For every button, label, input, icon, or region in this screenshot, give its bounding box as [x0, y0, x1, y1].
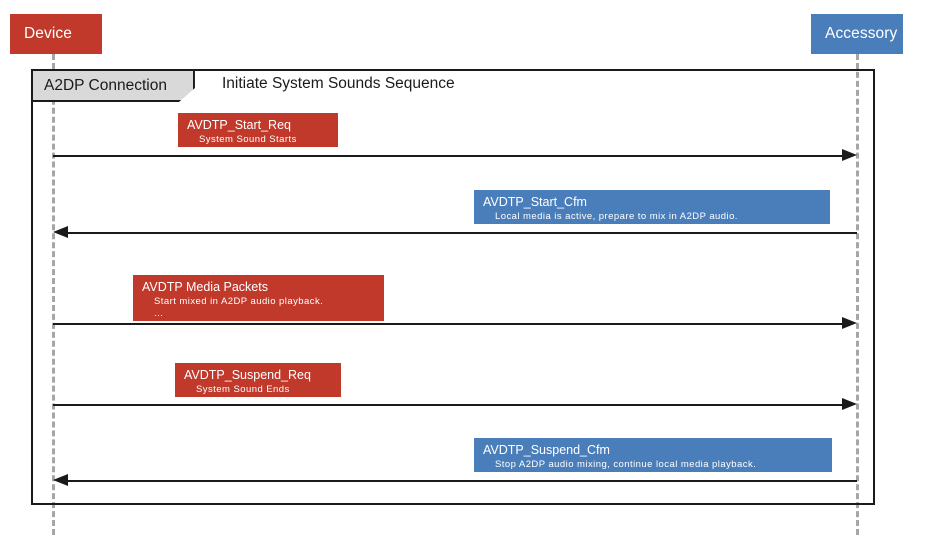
- arrowhead-left-icon: [53, 474, 68, 486]
- participant-accessory-label: Accessory: [825, 25, 898, 42]
- message-arrow-avdtp-suspend-req: [53, 404, 842, 406]
- message-arrow-avdtp-start-req: [53, 155, 842, 157]
- message-arrow-avdtp-start-cfm: [68, 232, 857, 234]
- message-subtitle: System Sound Ends: [196, 384, 290, 395]
- arrowhead-right-icon: [842, 398, 857, 410]
- message-subtitle: Local media is active, prepare to mix in…: [495, 211, 738, 222]
- message-label-avdtp-suspend-req[interactable]: AVDTP_Suspend_Req System Sound Ends: [175, 363, 341, 397]
- participant-accessory[interactable]: Accessory: [811, 14, 903, 54]
- message-subtitle: Stop A2DP audio mixing, continue local m…: [495, 459, 757, 470]
- arrowhead-right-icon: [842, 317, 857, 329]
- message-subtitle: System Sound Starts: [199, 134, 297, 145]
- fragment-title: Initiate System Sounds Sequence: [222, 75, 455, 92]
- message-subtitle: Start mixed in A2DP audio playback.: [154, 296, 324, 307]
- arrowhead-left-icon: [53, 226, 68, 238]
- message-title: AVDTP Media Packets: [142, 280, 268, 294]
- message-arrow-avdtp-suspend-cfm: [68, 480, 857, 482]
- message-title: AVDTP_Start_Cfm: [483, 195, 587, 209]
- message-label-avdtp-start-req[interactable]: AVDTP_Start_Req System Sound Starts: [178, 113, 338, 147]
- arrowhead-right-icon: [842, 149, 857, 161]
- participant-device-label: Device: [24, 25, 72, 42]
- fragment-operator-tab[interactable]: A2DP Connection: [33, 71, 195, 102]
- message-title: AVDTP_Suspend_Cfm: [483, 443, 610, 457]
- message-continuation: ...: [154, 308, 164, 319]
- message-title: AVDTP_Suspend_Req: [184, 368, 311, 382]
- message-arrow-avdtp-media-packets: [53, 323, 842, 325]
- message-label-avdtp-start-cfm[interactable]: AVDTP_Start_Cfm Local media is active, p…: [474, 190, 830, 224]
- sequence-diagram: Device Accessory A2DP Connection Initiat…: [0, 0, 932, 535]
- message-label-avdtp-media-packets[interactable]: AVDTP Media Packets Start mixed in A2DP …: [133, 275, 384, 321]
- message-label-avdtp-suspend-cfm[interactable]: AVDTP_Suspend_Cfm Stop A2DP audio mixing…: [474, 438, 832, 472]
- participant-device[interactable]: Device: [10, 14, 102, 54]
- fragment-operator-label: A2DP Connection: [44, 76, 167, 94]
- message-title: AVDTP_Start_Req: [187, 118, 291, 132]
